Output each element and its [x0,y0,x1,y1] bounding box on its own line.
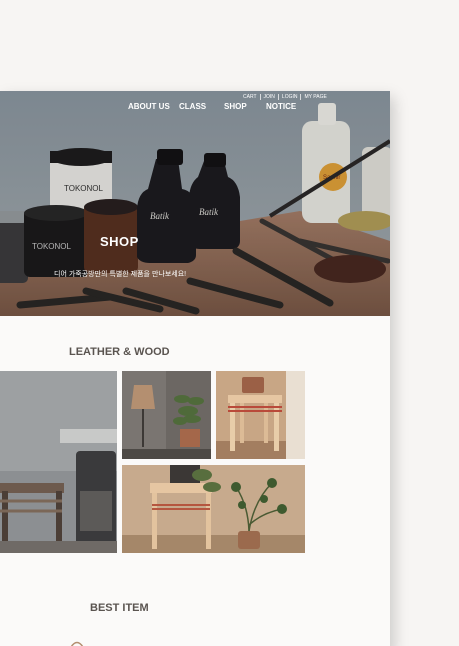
nav-notice[interactable]: NOTICE [266,102,296,111]
hero-subtitle: 디어 가죽공방만의 특별한 제품을 만나보세요! [54,271,187,278]
floor-lamp-plant-photo[interactable] [122,371,211,459]
wooden-chair-photo[interactable] [216,371,305,459]
hero-title: SHOP [100,234,139,249]
page-frame: TOKONOL TOKONOL Batik Batik Saphir [0,91,390,646]
nav-shop[interactable]: SHOP [224,102,266,111]
stool-plant-photo[interactable] [122,465,305,553]
login-link[interactable]: LOGIN [277,94,301,100]
nav-class[interactable]: CLASS [179,102,224,111]
main-nav: ABOUT US CLASS SHOP NOTICE [128,102,296,111]
stool-chair-photo[interactable] [0,371,117,553]
hero-photo: TOKONOL TOKONOL Batik Batik Saphir [0,91,390,316]
section-title-best-item: BEST ITEM [90,602,149,614]
join-link[interactable]: JOIN [259,94,278,100]
section-title-leather-wood: LEATHER & WOOD [69,346,170,358]
my-page-link[interactable]: MY PAGE [300,94,329,100]
cart-link[interactable]: CART [240,94,260,100]
nav-about-us[interactable]: ABOUT US [128,102,179,111]
utility-nav: CART JOIN LOGIN MY PAGE [240,94,330,100]
decorative-arc-icon [70,641,84,646]
hero-banner: TOKONOL TOKONOL Batik Batik Saphir [0,91,390,316]
